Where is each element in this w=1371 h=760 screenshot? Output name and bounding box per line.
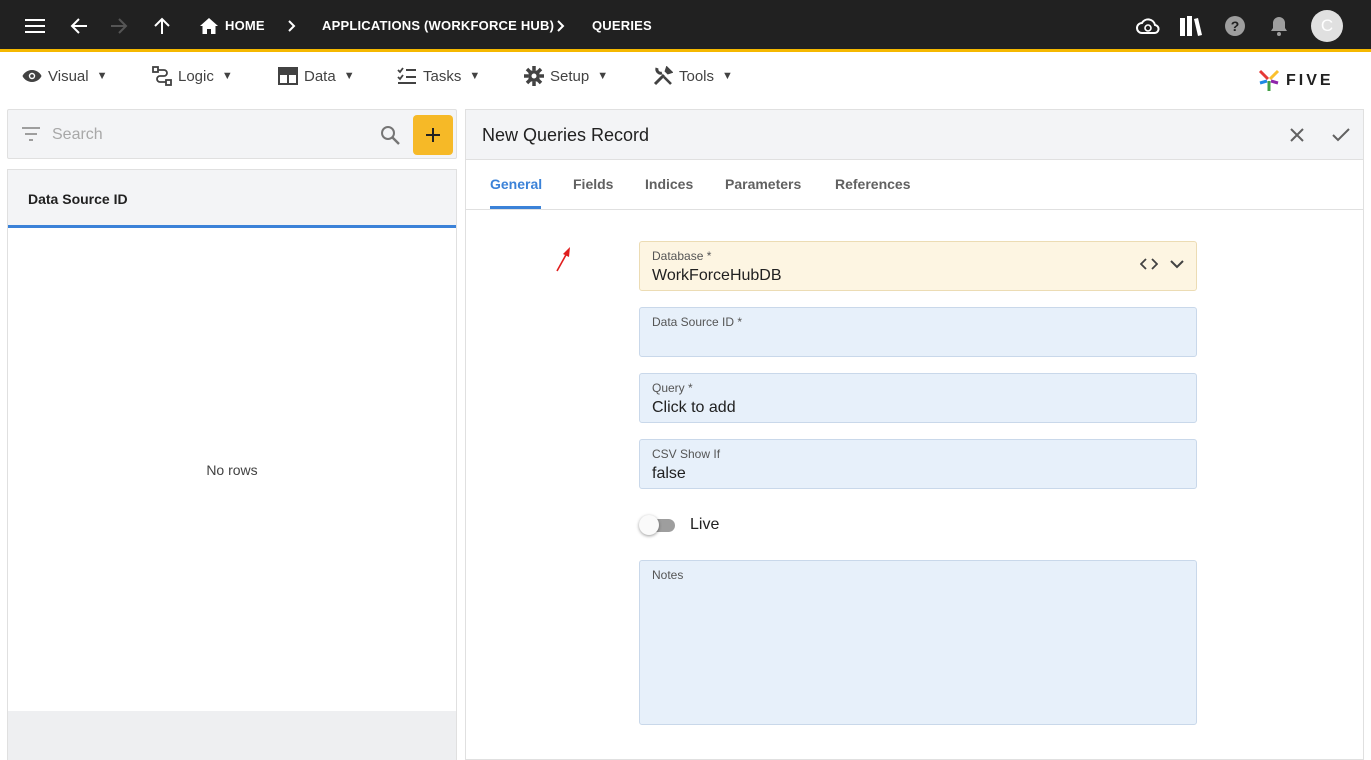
chevron-right-icon (282, 14, 302, 38)
close-icon (1290, 128, 1304, 142)
menu-data[interactable]: Data ▼ (278, 61, 355, 91)
query-value: Click to add (652, 399, 736, 416)
save-button[interactable] (1328, 122, 1354, 148)
caret-down-icon: ▼ (221, 70, 233, 82)
up-arrow-icon[interactable] (148, 12, 176, 40)
search-bar (7, 109, 457, 159)
menu-tasks-label: Tasks (423, 67, 462, 85)
caret-down-icon: ▼ (96, 70, 108, 82)
data-source-id-label: Data Source ID * (652, 315, 743, 329)
list-panel: Data Source ID No rows (7, 109, 457, 760)
menu-visual[interactable]: Visual ▼ (22, 61, 107, 91)
forward-arrow-icon (105, 12, 133, 40)
notes-label: Notes (652, 568, 684, 582)
menu-tools-label: Tools (679, 67, 715, 85)
live-toggle-thumb (639, 515, 659, 535)
five-logo-icon (1258, 69, 1280, 91)
add-record-button[interactable] (413, 115, 453, 155)
caret-down-icon: ▼ (597, 70, 609, 82)
caret-down-icon: ▼ (469, 70, 481, 82)
app-header: HOME APPLICATIONS (WORKFORCE HUB) QUERIE… (0, 0, 1371, 52)
tab-references[interactable]: References (835, 176, 911, 192)
chevron-down-icon[interactable] (1170, 259, 1184, 269)
database-value: WorkForceHubDB (652, 267, 782, 284)
svg-text:?: ? (1231, 18, 1240, 34)
checklist-icon (397, 67, 416, 84)
help-icon[interactable]: ? (1221, 12, 1249, 40)
form-tabs: General Fields Indices Parameters Refere… (466, 160, 1363, 272)
tab-indices[interactable]: Indices (645, 176, 693, 192)
column-header-data-source-id: Data Source ID (28, 191, 128, 207)
list-column-header[interactable]: Data Source ID (8, 170, 456, 228)
gear-icon (524, 66, 544, 86)
chevron-right-icon (551, 14, 571, 38)
code-icon[interactable] (1140, 258, 1158, 270)
caret-down-icon: ▼ (722, 70, 733, 82)
user-avatar[interactable]: C (1311, 10, 1343, 42)
menu-tasks[interactable]: Tasks ▼ (397, 61, 480, 91)
list-footer (8, 711, 456, 760)
live-label: Live (690, 516, 720, 533)
csv-show-if-label: CSV Show If (652, 447, 721, 461)
avatar-initial: C (1320, 16, 1334, 35)
tools-icon (653, 66, 673, 86)
cancel-button[interactable] (1284, 122, 1310, 148)
breadcrumb-application[interactable]: APPLICATIONS (WORKFORCE HUB) (322, 18, 554, 33)
form-title: New Queries Record (482, 125, 650, 145)
tab-fields[interactable]: Fields (573, 176, 613, 192)
menu-bar: Visual ▼ Logic ▼ Data ▼ Tasks ▼ Setup ▼ … (0, 55, 1371, 107)
search-icon[interactable] (380, 125, 400, 145)
tab-parameters[interactable]: Parameters (725, 176, 801, 192)
tab-general[interactable]: General (490, 176, 542, 192)
live-toggle[interactable] (639, 515, 679, 535)
five-logo: FIVE (1258, 69, 1334, 93)
empty-list-message: No rows (206, 462, 258, 478)
record-list: Data Source ID No rows (7, 169, 457, 760)
csv-show-if-field[interactable]: CSV Show If false (639, 439, 1197, 489)
database-field[interactable]: Database * WorkForceHubDB (639, 241, 1197, 291)
record-form: New Queries Record General Fields Indice… (465, 109, 1364, 760)
notifications-bell-icon[interactable] (1265, 12, 1293, 40)
hamburger-menu-icon[interactable] (21, 12, 49, 40)
filter-icon[interactable] (22, 127, 40, 141)
form-header: New Queries Record (466, 110, 1363, 160)
plus-icon (426, 128, 440, 142)
back-arrow-icon[interactable] (65, 12, 93, 40)
eye-icon (22, 70, 42, 82)
csv-show-if-value: false (652, 465, 686, 482)
cloud-sync-icon[interactable] (1134, 12, 1162, 40)
query-label: Query * (652, 381, 693, 395)
breadcrumb-home[interactable]: HOME (225, 18, 265, 33)
logic-icon (152, 66, 172, 86)
menu-logic[interactable]: Logic ▼ (152, 61, 233, 91)
check-icon (1332, 128, 1350, 142)
query-field[interactable]: Query * Click to add (639, 373, 1197, 423)
menu-data-label: Data (304, 67, 336, 85)
home-icon[interactable] (195, 12, 223, 40)
search-input[interactable] (52, 123, 372, 147)
annotation-arrow-icon (556, 247, 570, 272)
menu-logic-label: Logic (178, 67, 214, 85)
breadcrumb-queries[interactable]: QUERIES (592, 18, 652, 33)
menu-setup-label: Setup (550, 67, 590, 85)
table-icon (278, 67, 298, 85)
notes-field[interactable]: Notes (639, 560, 1197, 725)
menu-visual-label: Visual (48, 67, 89, 85)
library-books-icon[interactable] (1177, 12, 1205, 40)
menu-tools[interactable]: Tools ▼ (653, 61, 733, 91)
data-source-id-field[interactable]: Data Source ID * (639, 307, 1197, 357)
brand-name: FIVE (1286, 72, 1334, 89)
database-label: Database * (652, 249, 712, 263)
active-tab-indicator (490, 206, 541, 209)
menu-setup[interactable]: Setup ▼ (524, 61, 608, 91)
caret-down-icon: ▼ (343, 70, 355, 82)
